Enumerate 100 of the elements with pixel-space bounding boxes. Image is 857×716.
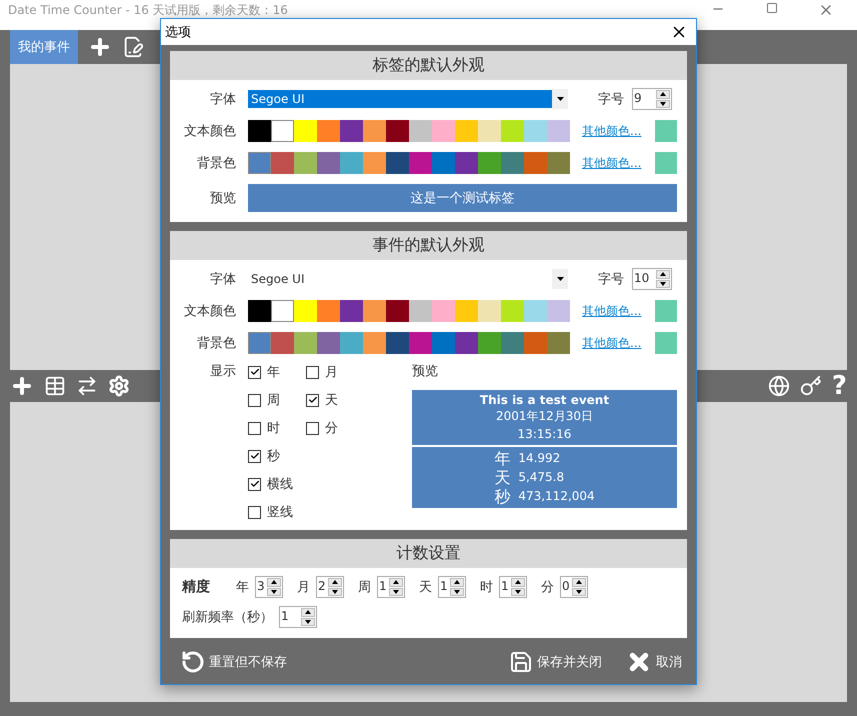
- color-swatch[interactable]: [340, 120, 363, 142]
- up-arrow-icon[interactable]: [271, 580, 277, 584]
- custom-color-swatch[interactable]: [655, 120, 677, 142]
- color-swatch[interactable]: [386, 120, 409, 142]
- font-dropdown[interactable]: Segoe UI: [248, 268, 568, 290]
- color-swatch[interactable]: [386, 332, 409, 354]
- color-swatch[interactable]: [317, 152, 340, 174]
- color-swatch[interactable]: [432, 300, 455, 322]
- number-spinner[interactable]: 0: [560, 576, 588, 598]
- caret-icon[interactable]: [556, 97, 564, 101]
- color-swatch[interactable]: [432, 120, 455, 142]
- color-swatch[interactable]: [294, 120, 317, 142]
- up-arrow-icon[interactable]: [515, 580, 521, 584]
- checkbox[interactable]: 天: [306, 390, 364, 410]
- color-swatch[interactable]: [363, 300, 386, 322]
- number-spinner[interactable]: 9: [632, 88, 672, 110]
- color-swatch[interactable]: [501, 332, 524, 354]
- down-arrow-icon[interactable]: [454, 590, 460, 594]
- more-colors-link[interactable]: 其他颜色...: [582, 302, 644, 320]
- up-arrow-icon[interactable]: [393, 580, 399, 584]
- cancel-button[interactable]: 取消: [626, 649, 682, 675]
- number-spinner[interactable]: 3: [255, 576, 283, 598]
- down-arrow-icon[interactable]: [271, 590, 277, 594]
- color-swatch[interactable]: [501, 120, 524, 142]
- checkbox[interactable]: 秒: [248, 446, 306, 466]
- color-swatch[interactable]: [547, 120, 570, 142]
- up-arrow-icon[interactable]: [660, 272, 666, 276]
- color-swatch[interactable]: [455, 152, 478, 174]
- add-icon[interactable]: [10, 374, 34, 398]
- edit-icon[interactable]: [122, 36, 144, 58]
- color-swatch[interactable]: [294, 152, 317, 174]
- color-swatch[interactable]: [271, 152, 294, 174]
- checkbox[interactable]: 分: [306, 418, 364, 438]
- checkbox[interactable]: 时: [248, 418, 306, 438]
- add-icon[interactable]: [88, 35, 112, 59]
- more-colors-link[interactable]: 其他颜色...: [582, 334, 644, 352]
- down-arrow-icon[interactable]: [393, 590, 399, 594]
- color-swatch[interactable]: [340, 300, 363, 322]
- color-swatch[interactable]: [248, 300, 271, 322]
- color-swatch[interactable]: [271, 300, 294, 322]
- down-arrow-icon[interactable]: [305, 620, 311, 624]
- color-swatch[interactable]: [363, 332, 386, 354]
- color-swatch[interactable]: [294, 300, 317, 322]
- settings-icon[interactable]: [108, 375, 130, 397]
- color-swatch[interactable]: [317, 300, 340, 322]
- color-swatch[interactable]: [386, 152, 409, 174]
- color-swatch[interactable]: [409, 332, 432, 354]
- down-arrow-icon[interactable]: [515, 590, 521, 594]
- color-swatch[interactable]: [432, 152, 455, 174]
- color-swatch[interactable]: [501, 152, 524, 174]
- swap-icon[interactable]: [76, 375, 98, 397]
- up-arrow-icon[interactable]: [332, 580, 338, 584]
- checkbox[interactable]: 月: [306, 362, 364, 382]
- number-spinner[interactable]: 1: [499, 576, 527, 598]
- color-swatch[interactable]: [340, 332, 363, 354]
- checkbox[interactable]: 竖线: [248, 502, 306, 522]
- key-icon[interactable]: [800, 375, 822, 397]
- color-swatch[interactable]: [317, 120, 340, 142]
- color-swatch[interactable]: [248, 152, 271, 174]
- color-swatch[interactable]: [524, 152, 547, 174]
- color-swatch[interactable]: [501, 300, 524, 322]
- caret-icon[interactable]: [556, 277, 564, 281]
- color-swatch[interactable]: [409, 120, 432, 142]
- color-swatch[interactable]: [248, 120, 271, 142]
- color-swatch[interactable]: [455, 120, 478, 142]
- up-arrow-icon[interactable]: [660, 92, 666, 96]
- color-swatch[interactable]: [547, 332, 570, 354]
- save-button[interactable]: 保存并关闭: [509, 650, 602, 674]
- up-arrow-icon[interactable]: [576, 580, 582, 584]
- number-spinner[interactable]: 1: [438, 576, 466, 598]
- down-arrow-icon[interactable]: [332, 590, 338, 594]
- color-swatch[interactable]: [524, 300, 547, 322]
- color-swatch[interactable]: [478, 300, 501, 322]
- color-swatch[interactable]: [386, 300, 409, 322]
- color-swatch[interactable]: [363, 152, 386, 174]
- globe-icon[interactable]: [768, 375, 790, 397]
- number-spinner[interactable]: 2: [316, 576, 344, 598]
- color-swatch[interactable]: [547, 152, 570, 174]
- up-arrow-icon[interactable]: [454, 580, 460, 584]
- down-arrow-icon[interactable]: [660, 102, 666, 106]
- custom-color-swatch[interactable]: [655, 152, 677, 174]
- reset-button[interactable]: 重置但不保存: [181, 650, 287, 674]
- color-swatch[interactable]: [524, 120, 547, 142]
- more-colors-link[interactable]: 其他颜色...: [582, 122, 644, 140]
- number-spinner[interactable]: 1: [377, 576, 405, 598]
- color-swatch[interactable]: [524, 332, 547, 354]
- color-swatch[interactable]: [294, 332, 317, 354]
- up-arrow-icon[interactable]: [305, 610, 311, 614]
- number-spinner[interactable]: 1: [279, 606, 317, 628]
- color-swatch[interactable]: [478, 332, 501, 354]
- color-swatch[interactable]: [340, 152, 363, 174]
- color-swatch[interactable]: [363, 120, 386, 142]
- help-icon[interactable]: ?: [832, 373, 847, 399]
- color-swatch[interactable]: [271, 120, 294, 142]
- table-icon[interactable]: [44, 375, 66, 397]
- down-arrow-icon[interactable]: [576, 590, 582, 594]
- number-spinner[interactable]: 10: [632, 268, 672, 290]
- color-swatch[interactable]: [409, 300, 432, 322]
- custom-color-swatch[interactable]: [655, 300, 677, 322]
- color-swatch[interactable]: [547, 300, 570, 322]
